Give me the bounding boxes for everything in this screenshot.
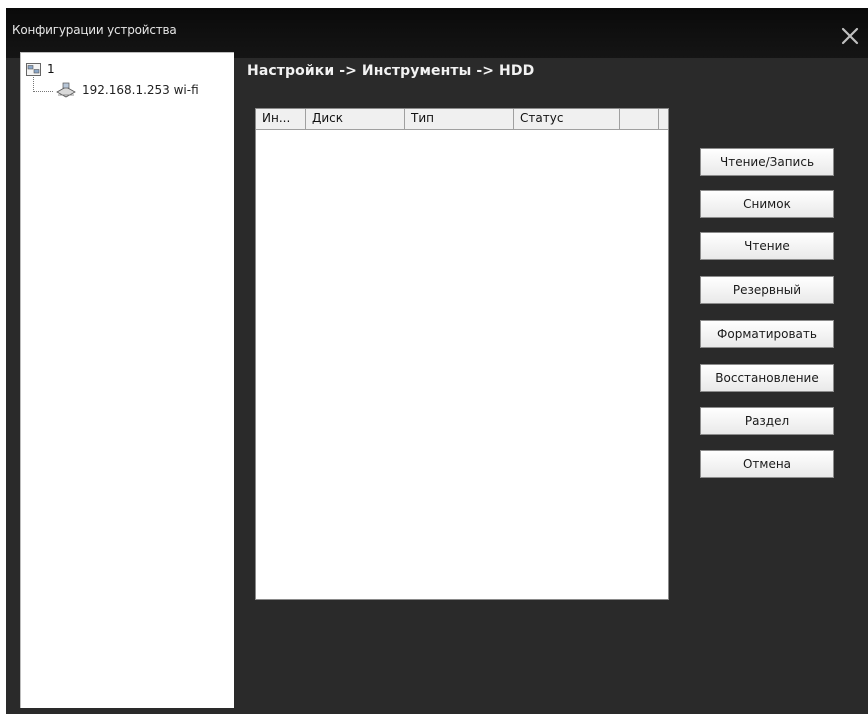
snapshot-button[interactable]: Снимок: [700, 190, 834, 218]
page-breadcrumb: Настройки -> Инструменты -> HDD: [247, 63, 535, 79]
column-header-status[interactable]: Статус: [514, 109, 620, 129]
tree-node-root-label: 1: [47, 62, 55, 76]
hdd-table[interactable]: Ин... Диск Тип Статус: [255, 108, 669, 600]
window-title: Конфигурации устройства: [12, 23, 177, 37]
column-header-index[interactable]: Ин...: [256, 109, 306, 129]
tree-node-root[interactable]: 1: [26, 61, 55, 77]
column-header-type[interactable]: Тип: [405, 109, 514, 129]
tree-connector: [33, 91, 53, 92]
device-group-icon: [26, 62, 41, 76]
tree-connector: [33, 77, 34, 92]
close-icon: [841, 27, 859, 45]
read-button[interactable]: Чтение: [700, 232, 834, 260]
column-header-extra[interactable]: [620, 109, 659, 129]
partition-button[interactable]: Раздел: [700, 407, 834, 435]
redundant-button[interactable]: Резервный: [700, 276, 834, 304]
tree-node-device[interactable]: 192.168.1.253 wi-fi: [55, 82, 199, 98]
table-header: Ин... Диск Тип Статус: [256, 109, 668, 130]
format-button[interactable]: Форматировать: [700, 320, 834, 348]
close-button[interactable]: [840, 26, 860, 46]
restore-button[interactable]: Восстановление: [700, 364, 834, 392]
tree-node-device-label: 192.168.1.253 wi-fi: [82, 83, 199, 97]
read-write-button[interactable]: Чтение/Запись: [700, 148, 834, 176]
title-bar: Конфигурации устройства: [6, 8, 868, 58]
network-device-icon: [56, 82, 76, 98]
device-tree-panel: 1 192.168.1.253 wi-fi: [20, 52, 234, 708]
column-header-disk[interactable]: Диск: [306, 109, 405, 129]
cancel-button[interactable]: Отмена: [700, 450, 834, 478]
